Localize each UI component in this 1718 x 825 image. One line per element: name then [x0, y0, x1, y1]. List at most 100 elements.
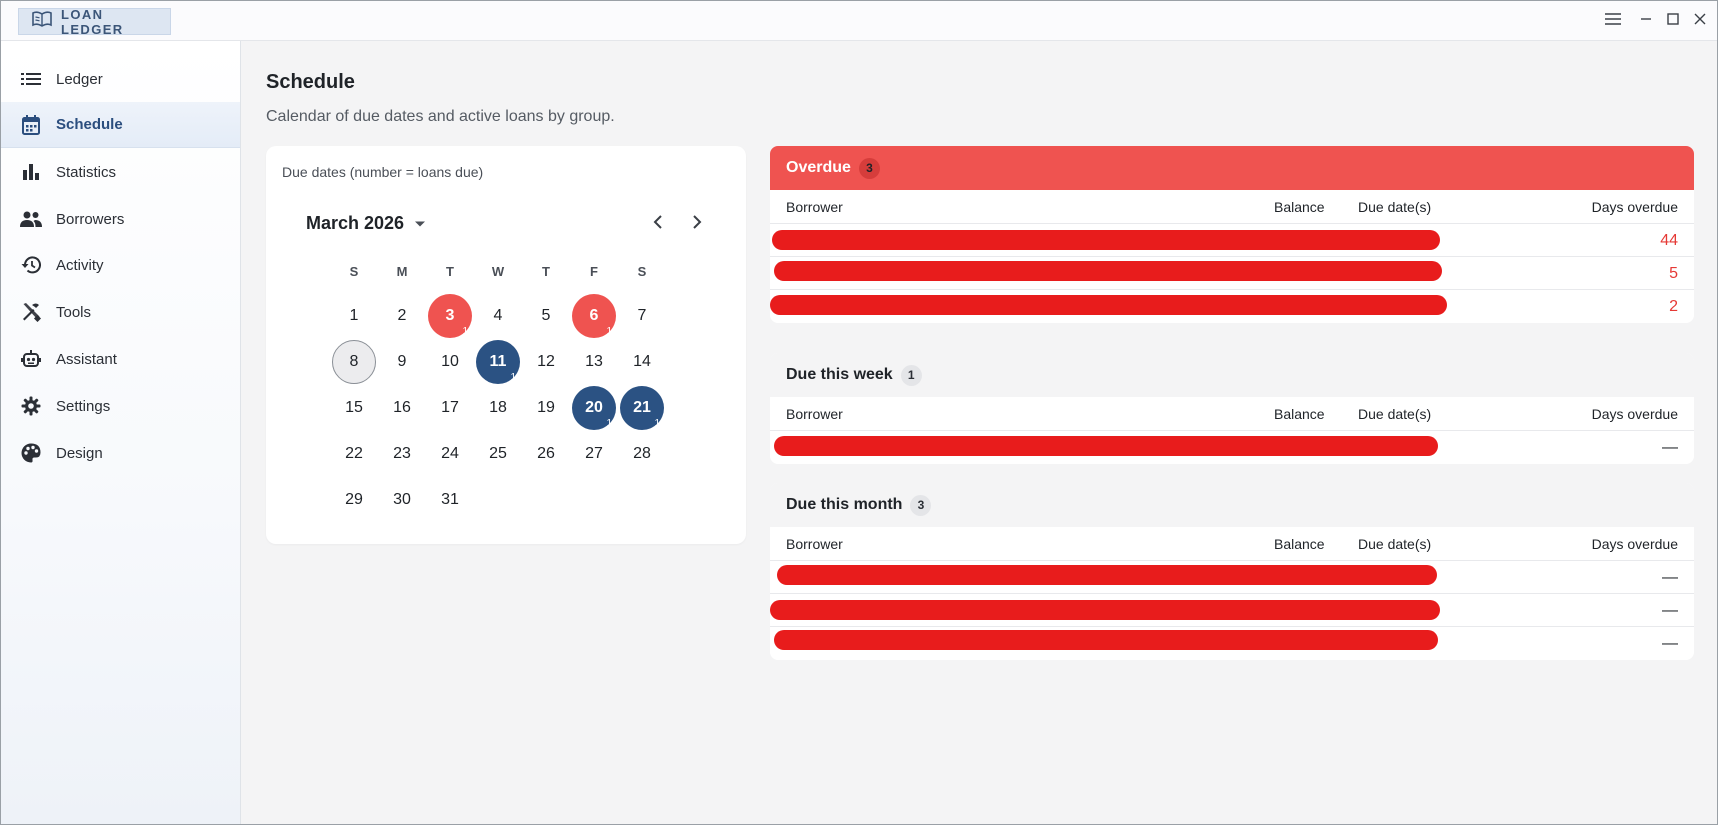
minimize-button[interactable]	[1632, 11, 1659, 31]
calendar-day[interactable]: 15	[332, 386, 376, 430]
chevron-left-icon	[653, 214, 663, 235]
table-row[interactable]: —	[770, 594, 1694, 627]
calendar-day[interactable]: 11 1	[476, 340, 520, 384]
col-days-overdue[interactable]: Days overdue	[1592, 406, 1678, 422]
maximize-button[interactable]	[1659, 11, 1686, 31]
book-icon	[32, 11, 52, 32]
calendar-day[interactable]: 9	[380, 340, 424, 384]
col-balance[interactable]: Balance	[1274, 536, 1325, 552]
redaction-mark	[777, 565, 1437, 585]
calendar-day[interactable]: 13	[572, 340, 616, 384]
prev-month-button[interactable]	[645, 211, 671, 237]
calendar-day[interactable]: 21 1	[620, 386, 664, 430]
minimize-icon	[1640, 12, 1652, 30]
due-week-header[interactable]: Due this week 1	[770, 353, 1694, 397]
calendar-day[interactable]: 12	[524, 340, 568, 384]
calendar-day[interactable]: 61	[572, 294, 616, 338]
sidebar-item-design[interactable]: Design	[1, 430, 240, 476]
caret-down-icon	[414, 215, 426, 233]
table-row[interactable]: —	[770, 561, 1694, 594]
app-window: LOAN LEDGER Ledger Schedule Statistics B…	[0, 0, 1718, 825]
table-row[interactable]: —	[770, 627, 1694, 660]
calendar-day[interactable]: 31	[428, 478, 472, 522]
col-balance[interactable]: Balance	[1274, 199, 1325, 215]
overdue-title: Overdue	[786, 159, 851, 176]
sidebar-item-settings[interactable]: Settings	[1, 383, 240, 429]
days-overdue-value: —	[1662, 439, 1678, 456]
calendar-day[interactable]: 8	[332, 340, 376, 384]
calendar-card: Due dates (number = loans due) March 202…	[266, 146, 746, 544]
day-number: 1	[349, 307, 359, 324]
menu-button[interactable]	[1599, 11, 1626, 31]
calendar-day[interactable]: 4	[476, 294, 520, 338]
table-row[interactable]: —	[770, 431, 1694, 464]
sidebar-item-schedule[interactable]: Schedule	[1, 102, 240, 148]
redaction-mark	[774, 630, 1438, 650]
calendar-day[interactable]: 28	[620, 432, 664, 476]
title-bar: LOAN LEDGER	[1, 1, 1717, 41]
table-row[interactable]: 44	[770, 224, 1694, 257]
col-borrower[interactable]: Borrower	[786, 199, 843, 215]
calendar-day[interactable]: 31	[428, 294, 472, 338]
weekday-label: W	[491, 264, 505, 279]
day-number: 10	[441, 353, 459, 370]
days-overdue-value: 2	[1669, 298, 1678, 315]
due-month-header[interactable]: Due this month 3	[770, 483, 1694, 527]
calendar-day[interactable]: 7	[620, 294, 664, 338]
close-button[interactable]	[1686, 11, 1713, 31]
next-month-button[interactable]	[684, 211, 710, 237]
calendar-day[interactable]: 25	[476, 432, 520, 476]
weekday-label: T	[542, 264, 550, 279]
weekday-label: S	[349, 264, 359, 279]
sidebar-item-assistant[interactable]: Assistant	[1, 336, 240, 382]
calendar-day[interactable]: 10	[428, 340, 472, 384]
month-selector[interactable]: March 2026	[306, 213, 426, 234]
overdue-header[interactable]: Overdue 3	[770, 146, 1694, 190]
day-number: 29	[345, 491, 363, 508]
calendar-day[interactable]: 29	[332, 478, 376, 522]
app-title: LOAN LEDGER	[61, 6, 124, 37]
table-row[interactable]: 2	[770, 290, 1694, 323]
calendar-day[interactable]: 19	[524, 386, 568, 430]
calendar-day[interactable]: 2	[380, 294, 424, 338]
sidebar-item-tools[interactable]: Tools	[1, 289, 240, 335]
day-number: 2	[397, 307, 407, 324]
calendar-day[interactable]: 16	[380, 386, 424, 430]
calendar-day[interactable]: 26	[524, 432, 568, 476]
sidebar-item-statistics[interactable]: Statistics	[1, 149, 240, 195]
calendar-day[interactable]: 18	[476, 386, 520, 430]
col-days-overdue[interactable]: Days overdue	[1592, 536, 1678, 552]
calendar-day[interactable]: 14	[620, 340, 664, 384]
calendar-day[interactable]: 24	[428, 432, 472, 476]
calendar-day[interactable]: 27	[572, 432, 616, 476]
calendar-day[interactable]: 17	[428, 386, 472, 430]
weekday-label: M	[396, 264, 408, 279]
day-number: 16	[393, 399, 411, 416]
sidebar-item-borrowers[interactable]: Borrowers	[1, 196, 240, 242]
calendar-day[interactable]: 22	[332, 432, 376, 476]
calendar-day[interactable]: 5	[524, 294, 568, 338]
redaction-mark	[772, 230, 1440, 250]
col-due-dates[interactable]: Due date(s)	[1358, 406, 1431, 422]
app-brand[interactable]: LOAN LEDGER	[18, 6, 171, 37]
calendar-day[interactable]: 20 1	[572, 386, 616, 430]
day-number: 8	[349, 353, 359, 370]
sidebar-item-label: Borrowers	[56, 210, 125, 228]
col-borrower[interactable]: Borrower	[786, 536, 843, 552]
due-week-panel: Due this week 1 Borrower Balance Due dat…	[770, 353, 1694, 464]
col-balance[interactable]: Balance	[1274, 406, 1325, 422]
day-number: 18	[489, 399, 507, 416]
col-days-overdue[interactable]: Days overdue	[1592, 199, 1678, 215]
col-borrower[interactable]: Borrower	[786, 406, 843, 422]
table-row[interactable]: 5	[770, 257, 1694, 290]
days-overdue-value: —	[1662, 569, 1678, 586]
calendar-day[interactable]: 30	[380, 478, 424, 522]
col-due-dates[interactable]: Due date(s)	[1358, 536, 1431, 552]
sidebar-item-label: Tools	[56, 303, 92, 321]
sidebar-item-ledger[interactable]: Ledger	[1, 56, 240, 102]
calendar-day[interactable]: 23	[380, 432, 424, 476]
window-controls	[1599, 11, 1713, 31]
calendar-day[interactable]: 1	[332, 294, 376, 338]
col-due-dates[interactable]: Due date(s)	[1358, 199, 1431, 215]
sidebar-item-activity[interactable]: Activity	[1, 242, 240, 288]
